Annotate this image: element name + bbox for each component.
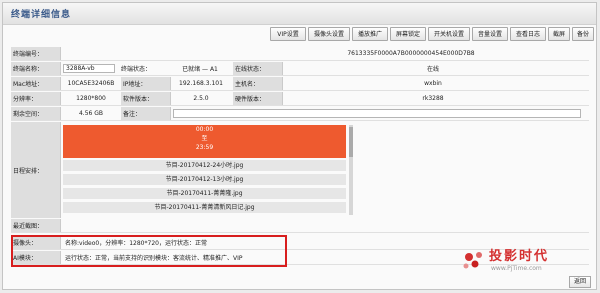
free-space-label: 剩余空间： bbox=[11, 107, 61, 120]
device-id-row: 终端编号： 7613335F0000A7B0000000454E000D7B8 bbox=[11, 47, 589, 61]
schedule-start-time: 00:00 bbox=[195, 126, 214, 133]
ip-value: 192.168.3.101 bbox=[179, 80, 223, 87]
free-space-row: 剩余空间： 4.56 GB 备注： bbox=[11, 107, 589, 121]
device-name-input[interactable]: 3288A-vb bbox=[63, 64, 115, 73]
window-title: 终端详细信息 bbox=[11, 10, 72, 20]
hostname-label: 主机名： bbox=[233, 77, 283, 90]
watermark: 投影时代 www.PjTime.com bbox=[459, 245, 579, 285]
toolbar: VIP设置 摄像头设置 播放推广 屏幕锁定 开关机设置 音量设置 查看日志 截屏… bbox=[5, 26, 594, 43]
device-status-value: 已就绪 — A1 bbox=[182, 66, 218, 73]
latest-screenshot-label: 最近截图： bbox=[11, 219, 61, 232]
vip-settings-button[interactable]: VIP设置 bbox=[270, 27, 306, 41]
watermark-url-text: www.PjTime.com bbox=[491, 265, 542, 272]
view-log-button[interactable]: 查看日志 bbox=[510, 27, 546, 41]
schedule-separator: 至 bbox=[201, 135, 208, 142]
schedule-end-time: 23:59 bbox=[195, 144, 214, 151]
program-item[interactable]: 节目-20170412-13小时.jpg bbox=[63, 174, 346, 185]
schedule-scrollbar[interactable] bbox=[349, 125, 353, 215]
highlight-box bbox=[11, 235, 287, 267]
back-button[interactable]: 返回 bbox=[569, 276, 591, 288]
pjtime-logo-icon bbox=[463, 252, 482, 269]
online-status-value: 在线 bbox=[426, 66, 439, 73]
resolution-value: 1280*800 bbox=[76, 95, 106, 102]
resolution-label: 分辨率： bbox=[11, 92, 61, 105]
backup-button[interactable]: 备份 bbox=[572, 27, 594, 41]
program-item[interactable]: 节目-20170412-24小时.jpg bbox=[63, 160, 346, 171]
device-status-label: 终端状态： bbox=[121, 66, 152, 73]
remark-input[interactable] bbox=[173, 109, 581, 118]
mac-label: Mac地址： bbox=[11, 77, 61, 90]
watermark-cn-text: 投影时代 bbox=[489, 249, 550, 264]
device-id-value: 7613335F0000A7B0000000454E000D7B8 bbox=[347, 50, 475, 57]
hostname-value: wxbin bbox=[424, 80, 442, 87]
device-name-label: 终端名称： bbox=[11, 62, 61, 75]
camera-settings-button[interactable]: 摄像头设置 bbox=[308, 27, 350, 41]
volume-settings-button[interactable]: 音量设置 bbox=[472, 27, 508, 41]
window-titlebar: 终端详细信息 bbox=[3, 3, 596, 25]
latest-screenshot-row: 最近截图： bbox=[11, 219, 589, 233]
device-name-row: 终端名称： 3288A-vb 终端状态： 已就绪 — A1 在线状态： 在线 bbox=[11, 62, 589, 76]
mac-row: Mac地址： 10CA5E32406B IP地址： 192.168.3.101 … bbox=[11, 77, 589, 91]
program-item[interactable]: 节目-20170411-菁菁隆.jpg bbox=[63, 188, 346, 199]
free-space-value: 4.56 GB bbox=[78, 110, 104, 117]
software-version-label: 软件版本： bbox=[121, 92, 171, 105]
hardware-version-value: rk3288 bbox=[422, 95, 444, 102]
play-promotion-button[interactable]: 播放推广 bbox=[352, 27, 388, 41]
online-status-label: 在线状态： bbox=[233, 62, 283, 75]
screenshot-button[interactable]: 截屏 bbox=[548, 27, 570, 41]
ip-label: IP地址： bbox=[121, 77, 171, 90]
schedule-label: 日程安排： bbox=[11, 122, 61, 218]
program-item[interactable]: 节目-20170411-菁菁清新风日记.jpg bbox=[63, 202, 346, 213]
current-schedule-slot[interactable]: 00:00 至 23:59 bbox=[63, 125, 346, 158]
mac-value: 10CA5E32406B bbox=[67, 80, 115, 87]
hardware-version-label: 硬件版本： bbox=[233, 92, 283, 105]
terminal-detail-window: 终端详细信息 VIP设置 摄像头设置 播放推广 屏幕锁定 开关机设置 音量设置 … bbox=[2, 2, 597, 290]
remark-label: 备注： bbox=[121, 107, 171, 120]
resolution-row: 分辨率： 1280*800 软件版本： 2.5.0 硬件版本： rk3288 bbox=[11, 92, 589, 106]
schedule-scrollbar-thumb[interactable] bbox=[349, 127, 353, 157]
screen-lock-button[interactable]: 屏幕锁定 bbox=[390, 27, 426, 41]
power-schedule-button[interactable]: 开关机设置 bbox=[428, 27, 470, 41]
device-id-label: 终端编号： bbox=[11, 47, 61, 60]
software-version-value: 2.5.0 bbox=[193, 95, 209, 102]
